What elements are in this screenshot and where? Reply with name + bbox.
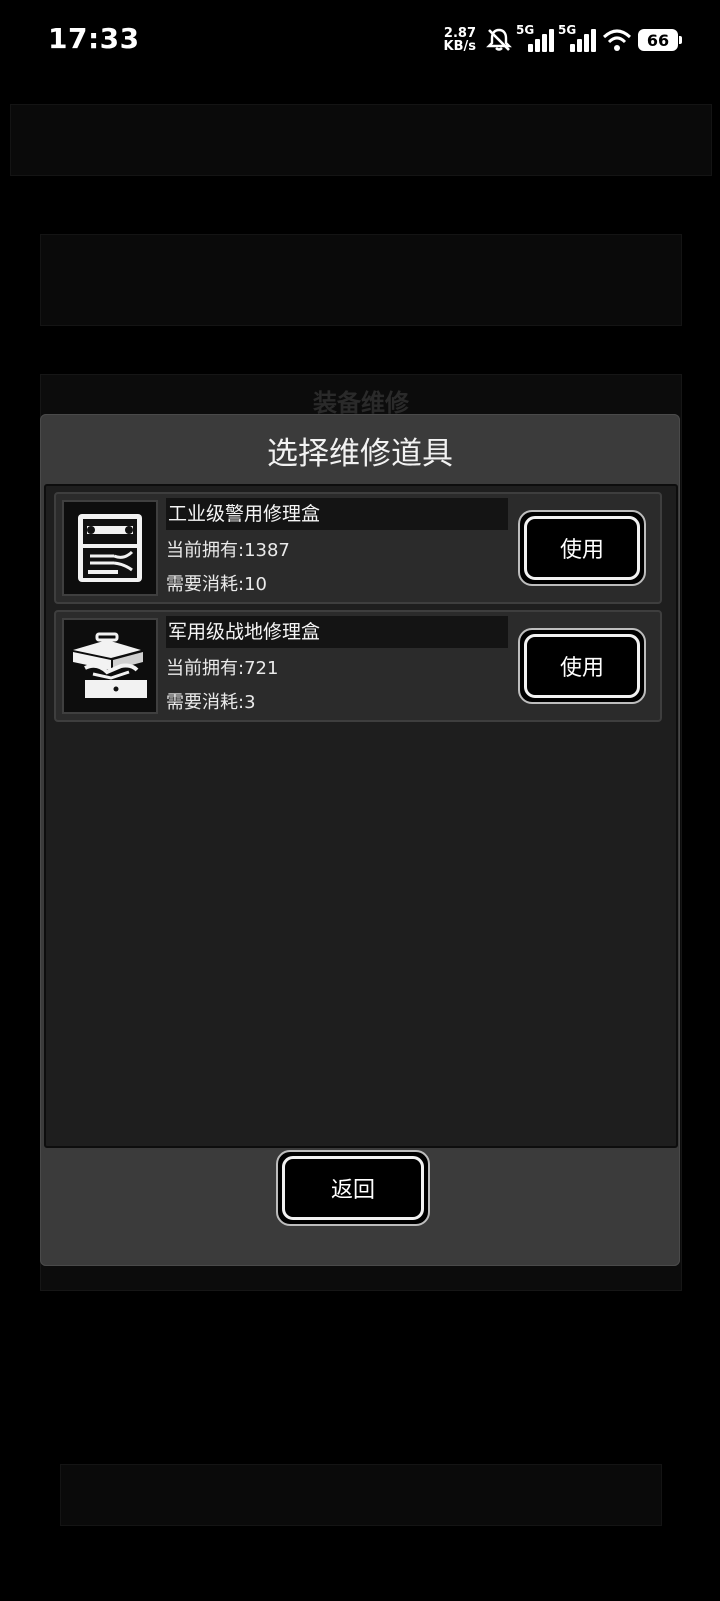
sim2-type: 5G [558, 22, 577, 37]
item-cost: 需要消耗:3 [166, 692, 256, 713]
use-button-label: 使用 [524, 516, 640, 580]
back-button[interactable]: 返回 [276, 1150, 430, 1226]
toolbox-case-icon [62, 500, 158, 596]
item-name: 工业级警用修理盒 [166, 498, 508, 530]
item-owned-count: 当前拥有:1387 [166, 540, 290, 561]
item-cost: 需要消耗:10 [166, 574, 267, 595]
battery-icon: 66 [638, 29, 682, 51]
sim1-type: 5G [516, 22, 535, 37]
wifi-icon [602, 29, 632, 51]
cantilever-toolbox-icon [62, 618, 158, 714]
network-speed-unit: KB/s [443, 39, 476, 54]
status-icons: 2.87 KB/s 5G 5G 66 [444, 22, 682, 58]
network-speed: 2.87 KB/s [444, 27, 476, 53]
item-owned-count: 当前拥有:721 [166, 658, 279, 679]
signal-sim1-icon: 5G [516, 23, 554, 52]
dialog-title: 选择维修道具 [267, 436, 453, 472]
background-info-row [40, 234, 682, 326]
signal-sim2-icon: 5G [558, 23, 596, 52]
item-name: 军用级战地修理盒 [166, 616, 508, 648]
background-panel-title: 装备维修 [313, 389, 409, 417]
background-footer [60, 1464, 662, 1526]
select-repair-item-dialog: 选择维修道具 工业级警用修理盒 当前拥有:1387 需要消耗:10 使用 军用级… [40, 414, 680, 1266]
list-item: 军用级战地修理盒 当前拥有:721 需要消耗:3 使用 [54, 610, 662, 722]
repair-item-list: 工业级警用修理盒 当前拥有:1387 需要消耗:10 使用 军用级战地修理盒 当… [44, 484, 678, 1148]
bell-muted-icon [486, 28, 512, 51]
battery-level: 66 [646, 30, 670, 50]
background-header [10, 104, 712, 176]
back-button-label: 返回 [282, 1156, 424, 1220]
list-item: 工业级警用修理盒 当前拥有:1387 需要消耗:10 使用 [54, 492, 662, 604]
status-bar: 17:33 2.87 KB/s 5G 5G 66 [0, 0, 720, 84]
use-button-label: 使用 [524, 634, 640, 698]
use-button[interactable]: 使用 [518, 628, 646, 704]
clock: 17:33 [48, 22, 140, 55]
use-button[interactable]: 使用 [518, 510, 646, 586]
